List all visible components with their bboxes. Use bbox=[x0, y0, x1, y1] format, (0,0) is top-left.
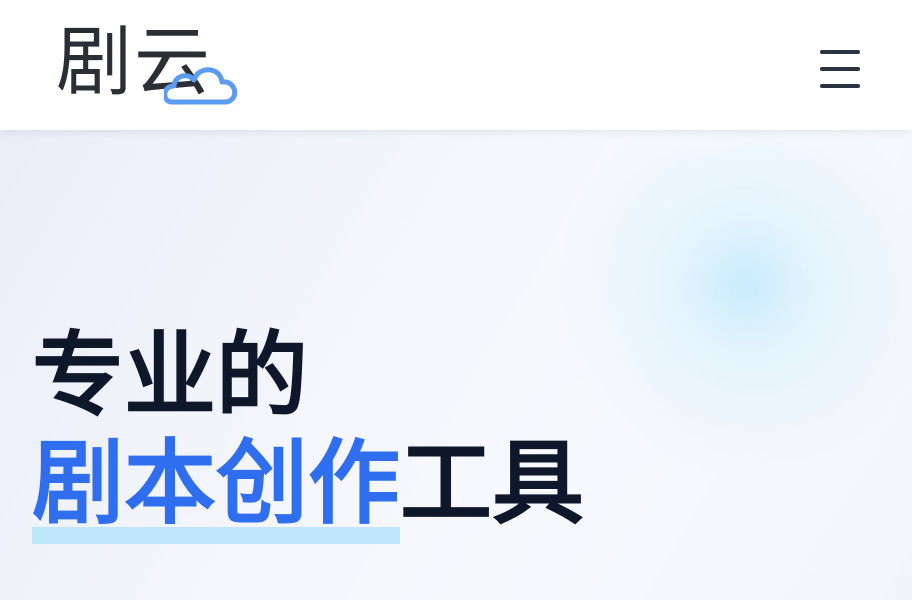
menu-bar-bottom bbox=[820, 84, 860, 88]
cloud-icon bbox=[164, 67, 238, 105]
site-logo[interactable]: 剧云 bbox=[56, 18, 246, 110]
headline-accent-text: 剧本创作 bbox=[32, 430, 401, 537]
menu-bar-middle bbox=[820, 67, 860, 71]
headline-rest-text: 工具 bbox=[400, 430, 585, 537]
headline-accent-wrap: 剧本创作 bbox=[32, 430, 401, 544]
headline-line-1: 专业的 bbox=[32, 322, 309, 429]
menu-bar-top bbox=[820, 50, 860, 54]
hero-headline: 专业的 剧本创作工具 bbox=[32, 322, 585, 544]
headline-line-2: 剧本创作工具 bbox=[32, 430, 585, 544]
menu-button[interactable] bbox=[812, 44, 868, 94]
site-header: 剧云 bbox=[0, 0, 912, 130]
